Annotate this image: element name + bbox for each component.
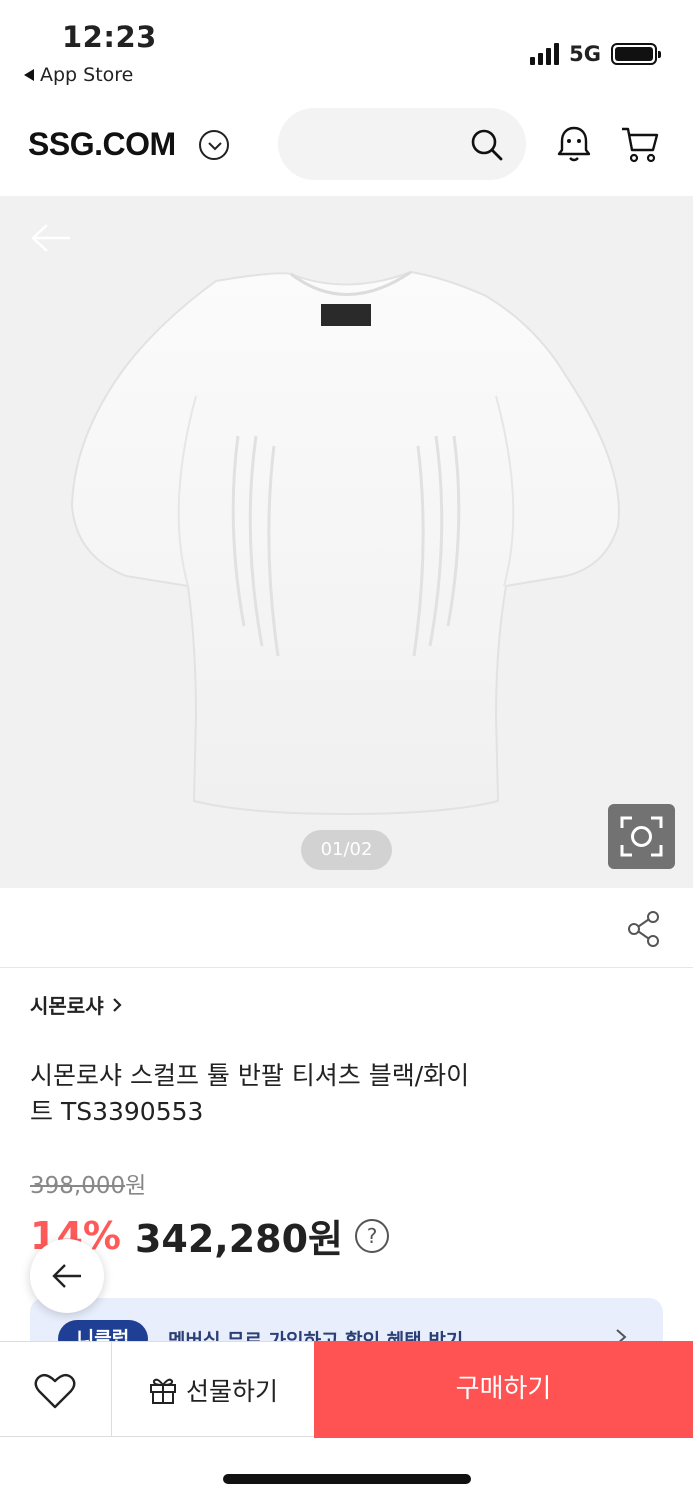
gift-icon [149, 1378, 176, 1404]
search-icon [471, 129, 503, 161]
home-indicator [223, 1474, 471, 1484]
app-header: SSG.COM [0, 100, 693, 196]
original-price-value: 398,000 [30, 1173, 126, 1199]
back-triangle-icon [24, 69, 34, 81]
brand-name: 시몬로샤 [30, 994, 104, 1018]
status-indicators: 5G [530, 42, 661, 66]
back-to-app-store[interactable]: App Store [24, 64, 133, 86]
original-price-currency: 원 [125, 1173, 147, 1199]
product-image [70, 270, 620, 816]
camera-lens-icon [620, 816, 663, 857]
network-type: 5G [569, 42, 601, 66]
gift-button[interactable]: 선물하기 [112, 1342, 314, 1437]
bell-icon[interactable] [556, 124, 592, 164]
buy-button[interactable]: 구매하기 [314, 1341, 693, 1438]
sale-price: 342,280원 [134, 1217, 344, 1261]
share-icon[interactable] [626, 910, 662, 948]
product-title: 시몬로샤 스컬프 튤 반팔 티셔츠 블랙/화이트 TS3390553 [30, 1061, 470, 1126]
floating-back-button[interactable] [30, 1239, 104, 1313]
status-time: 12:23 [62, 20, 157, 54]
search-input[interactable] [278, 108, 526, 180]
battery-icon [611, 43, 661, 65]
brand-link[interactable]: 시몬로샤 [30, 990, 122, 1019]
cellular-signal-icon [530, 43, 560, 65]
image-page-indicator: 01/02 [301, 830, 392, 870]
price-info-icon[interactable]: ? [355, 1218, 390, 1253]
heart-icon [34, 1373, 76, 1409]
status-bar: 12:23 App Store 5G [0, 0, 693, 100]
back-arrow-icon [52, 1264, 81, 1288]
cart-icon[interactable] [620, 124, 660, 164]
original-price: 398,000원 [30, 1166, 146, 1200]
chevron-right-icon [112, 997, 122, 1012]
back-app-label: App Store [40, 64, 134, 86]
bottom-action-bar: 선물하기 구매하기 [0, 1341, 693, 1438]
gift-label: 선물하기 [185, 1376, 278, 1406]
chevron-down-icon[interactable] [199, 130, 229, 160]
image-search-button[interactable] [608, 804, 675, 869]
site-logo[interactable]: SSG.COM [28, 126, 176, 163]
wishlist-button[interactable] [0, 1342, 112, 1437]
product-image-gallery[interactable]: 01/02 [0, 196, 693, 888]
share-row [0, 888, 693, 968]
back-arrow-icon[interactable] [30, 222, 72, 254]
